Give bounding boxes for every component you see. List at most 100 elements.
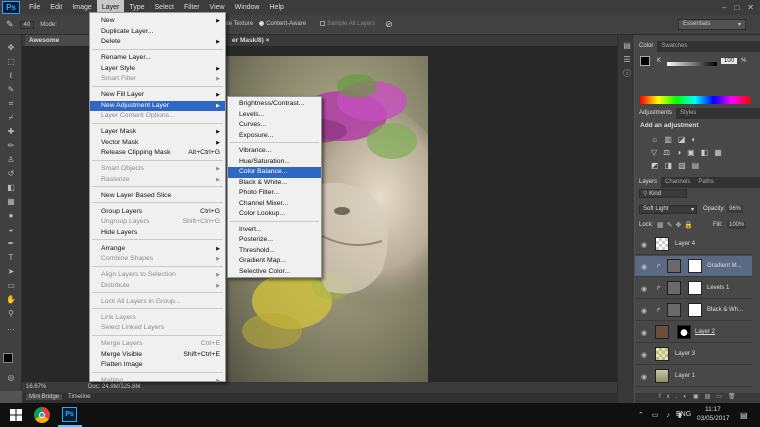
layer-menu-item-flatten-image[interactable]: Flatten Image <box>90 360 225 371</box>
move-tool-icon[interactable]: ✥ <box>5 43 17 53</box>
adjustment-item-exposure[interactable]: Exposure... <box>228 131 321 142</box>
maximize-icon[interactable]: □ <box>734 3 739 12</box>
notifications-icon[interactable]: ▤ <box>740 411 748 420</box>
extra-tools-icon[interactable]: … <box>5 323 17 333</box>
clock-date[interactable]: 03/05/2017 <box>697 415 730 422</box>
windows-start-icon[interactable] <box>10 409 22 421</box>
tab-channels[interactable]: Channels <box>661 177 694 188</box>
adjustment-item-color-balance[interactable]: Color Balance... <box>228 167 321 178</box>
blend-mode-select[interactable]: Soft Light ▾ <box>639 205 697 214</box>
zoom-level[interactable]: 16.67% <box>26 384 46 390</box>
layer-menu-item-select-linked-layers[interactable]: Select Linked Layers <box>90 323 225 334</box>
layer-menu-item-ungroup-layers[interactable]: Ungroup Layers Shift+Ctrl+G <box>90 217 225 228</box>
adjustment-item-channel-mixer[interactable]: Channel Mixer... <box>228 199 321 210</box>
workspace-select[interactable]: Essentials ▾ <box>678 19 746 30</box>
shape-tool-icon[interactable]: ▭ <box>5 281 17 291</box>
layer-menu-item-delete[interactable]: Delete ▶ <box>90 37 225 48</box>
dodge-tool-icon[interactable]: ◒ <box>5 225 17 235</box>
visibility-eye-icon[interactable]: ◉ <box>641 241 647 249</box>
layer-mask-thumbnail[interactable] <box>688 281 702 295</box>
color-slider[interactable] <box>667 62 717 66</box>
layer-menu-item-layer-content-options[interactable]: Layer Content Options... <box>90 111 225 122</box>
layer-row[interactable]: ◉ Layer 2 <box>635 322 752 343</box>
adjustment-item-black-white[interactable]: Black & White... <box>228 178 321 189</box>
layer-row[interactable]: ◉ Layer 1 <box>635 366 752 387</box>
fill-value[interactable]: 100% <box>727 221 747 229</box>
layer-menu-item-new-layer-based-slice[interactable]: New Layer Based Slice <box>90 191 225 202</box>
layer-mask-thumbnail[interactable] <box>688 259 702 273</box>
eraser-tool-icon[interactable]: ◧ <box>5 183 17 193</box>
tab-styles[interactable]: Styles <box>676 108 700 119</box>
stamp-tool-icon[interactable]: ♙ <box>5 155 17 165</box>
chrome-icon[interactable] <box>34 407 50 423</box>
properties-icon[interactable]: ☰ <box>621 55 633 65</box>
brush-tool-icon[interactable]: ✏ <box>5 141 17 151</box>
layer-menu-item-hide-layers[interactable]: Hide Layers <box>90 228 225 239</box>
layer-menu-item-link-layers[interactable]: Link Layers <box>90 313 225 324</box>
layer-menu-item-merge-visible[interactable]: Merge Visible Shift+Ctrl+E <box>90 350 225 361</box>
visibility-eye-icon[interactable]: ◉ <box>641 307 647 315</box>
tab-adjustments[interactable]: Adjustments <box>635 108 677 119</box>
layer-menu-item-arrange[interactable]: Arrange ▶ <box>90 244 225 255</box>
crop-tool-icon[interactable]: ⌗ <box>5 99 17 109</box>
tab-layers[interactable]: Layers <box>635 177 662 188</box>
pen-tool-icon[interactable]: ✒ <box>5 239 17 249</box>
document-tab-title[interactable]: er Mask/8) × <box>228 35 274 46</box>
brush-preset-picker[interactable]: 40 <box>19 20 35 29</box>
adjustment-item-levels[interactable]: Levels... <box>228 110 321 121</box>
blur-tool-icon[interactable]: ● <box>5 211 17 221</box>
layer-menu-item-smart-objects[interactable]: Smart Objects ▶ <box>90 164 225 175</box>
tab-paths[interactable]: Paths <box>694 177 717 188</box>
tab-color[interactable]: Color <box>635 41 658 52</box>
layer-row[interactable]: ◉ ↱ Gradient M... <box>635 256 752 277</box>
close-icon[interactable]: ✕ <box>747 3 754 12</box>
visibility-eye-icon[interactable]: ◉ <box>641 285 647 293</box>
lock-icons[interactable]: ▦✎✥🔒 <box>657 221 696 229</box>
layer-menu-item-matting[interactable]: Matting ▶ <box>90 376 225 387</box>
layer-mask-thumbnail[interactable] <box>688 303 702 317</box>
layer-thumbnail[interactable] <box>655 369 669 383</box>
eyedropper-tool-icon[interactable]: ⌿ <box>5 113 17 123</box>
adjustment-item-curves[interactable]: Curves... <box>228 120 321 131</box>
color-spectrum[interactable] <box>640 96 750 104</box>
tab-swatches[interactable]: Swatches <box>657 41 691 52</box>
hand-tool-icon[interactable]: ✋ <box>5 295 17 305</box>
menu-window[interactable]: Window <box>230 0 265 15</box>
menu-edit[interactable]: Edit <box>45 0 67 15</box>
layer-menu-item-release-clipping-mask[interactable]: Release Clipping Mask Alt+Ctrl+G <box>90 148 225 159</box>
adjustment-item-color-lookup[interactable]: Color Lookup... <box>228 209 321 220</box>
quick-mask-icon[interactable]: ◎ <box>5 373 17 383</box>
adjustment-item-vibrance[interactable]: Vibrance... <box>228 146 321 157</box>
layer-menu-item-layer-mask[interactable]: Layer Mask ▶ <box>90 127 225 138</box>
layer-mask-thumbnail[interactable] <box>677 325 691 339</box>
pressure-icon[interactable]: ⊘ <box>385 19 393 30</box>
mini-bridge-tab[interactable]: Mini Bridge <box>26 394 63 400</box>
visibility-eye-icon[interactable]: ◉ <box>641 263 647 271</box>
layer-menu-item-new-adjustment-layer[interactable]: New Adjustment Layer ▶ <box>90 100 225 111</box>
marquee-tool-icon[interactable]: ⬚ <box>5 57 17 67</box>
content-aware-option[interactable]: Content-Aware <box>259 21 306 28</box>
history-brush-icon[interactable]: ↺ <box>5 169 17 179</box>
layer-menu-item-rasterize[interactable]: Rasterize ▶ <box>90 175 225 186</box>
adjustment-item-invert[interactable]: Invert... <box>228 225 321 236</box>
layer-menu-item-duplicate-layer[interactable]: Duplicate Layer... <box>90 27 225 38</box>
opacity-value[interactable]: 96% <box>727 205 744 213</box>
layer-row[interactable]: ◉ ↱ Levels 1 <box>635 278 752 299</box>
quick-select-tool-icon[interactable]: ✎ <box>5 85 17 95</box>
healing-tool-icon[interactable]: ✚ <box>5 127 17 137</box>
info-icon[interactable]: ⓘ <box>621 69 633 79</box>
type-tool-icon[interactable]: T <box>5 253 17 263</box>
menu-file[interactable]: File <box>24 0 45 15</box>
timeline-tab[interactable]: Timeline <box>68 394 90 400</box>
layer-menu-item-group-layers[interactable]: Group Layers Ctrl+G <box>90 207 225 218</box>
layer-row[interactable]: ◉ ↱ Black & Wh... <box>635 300 752 321</box>
layer-menu-item-vector-mask[interactable]: Vector Mask ▶ <box>90 138 225 149</box>
layer-menu-item-rename-layer[interactable]: Rename Layer... <box>90 53 225 64</box>
path-select-tool-icon[interactable]: ➤ <box>5 267 17 277</box>
layer-menu-item-new[interactable]: New ▶ <box>90 16 225 27</box>
layer-thumbnail[interactable] <box>655 237 669 251</box>
layer-filter-select[interactable]: ⚲ Kind <box>639 189 687 198</box>
layer-thumbnail[interactable] <box>655 347 669 361</box>
layer-menu-item-layer-style[interactable]: Layer Style ▶ <box>90 64 225 75</box>
layer-menu-item-distribute[interactable]: Distribute ▶ <box>90 281 225 292</box>
